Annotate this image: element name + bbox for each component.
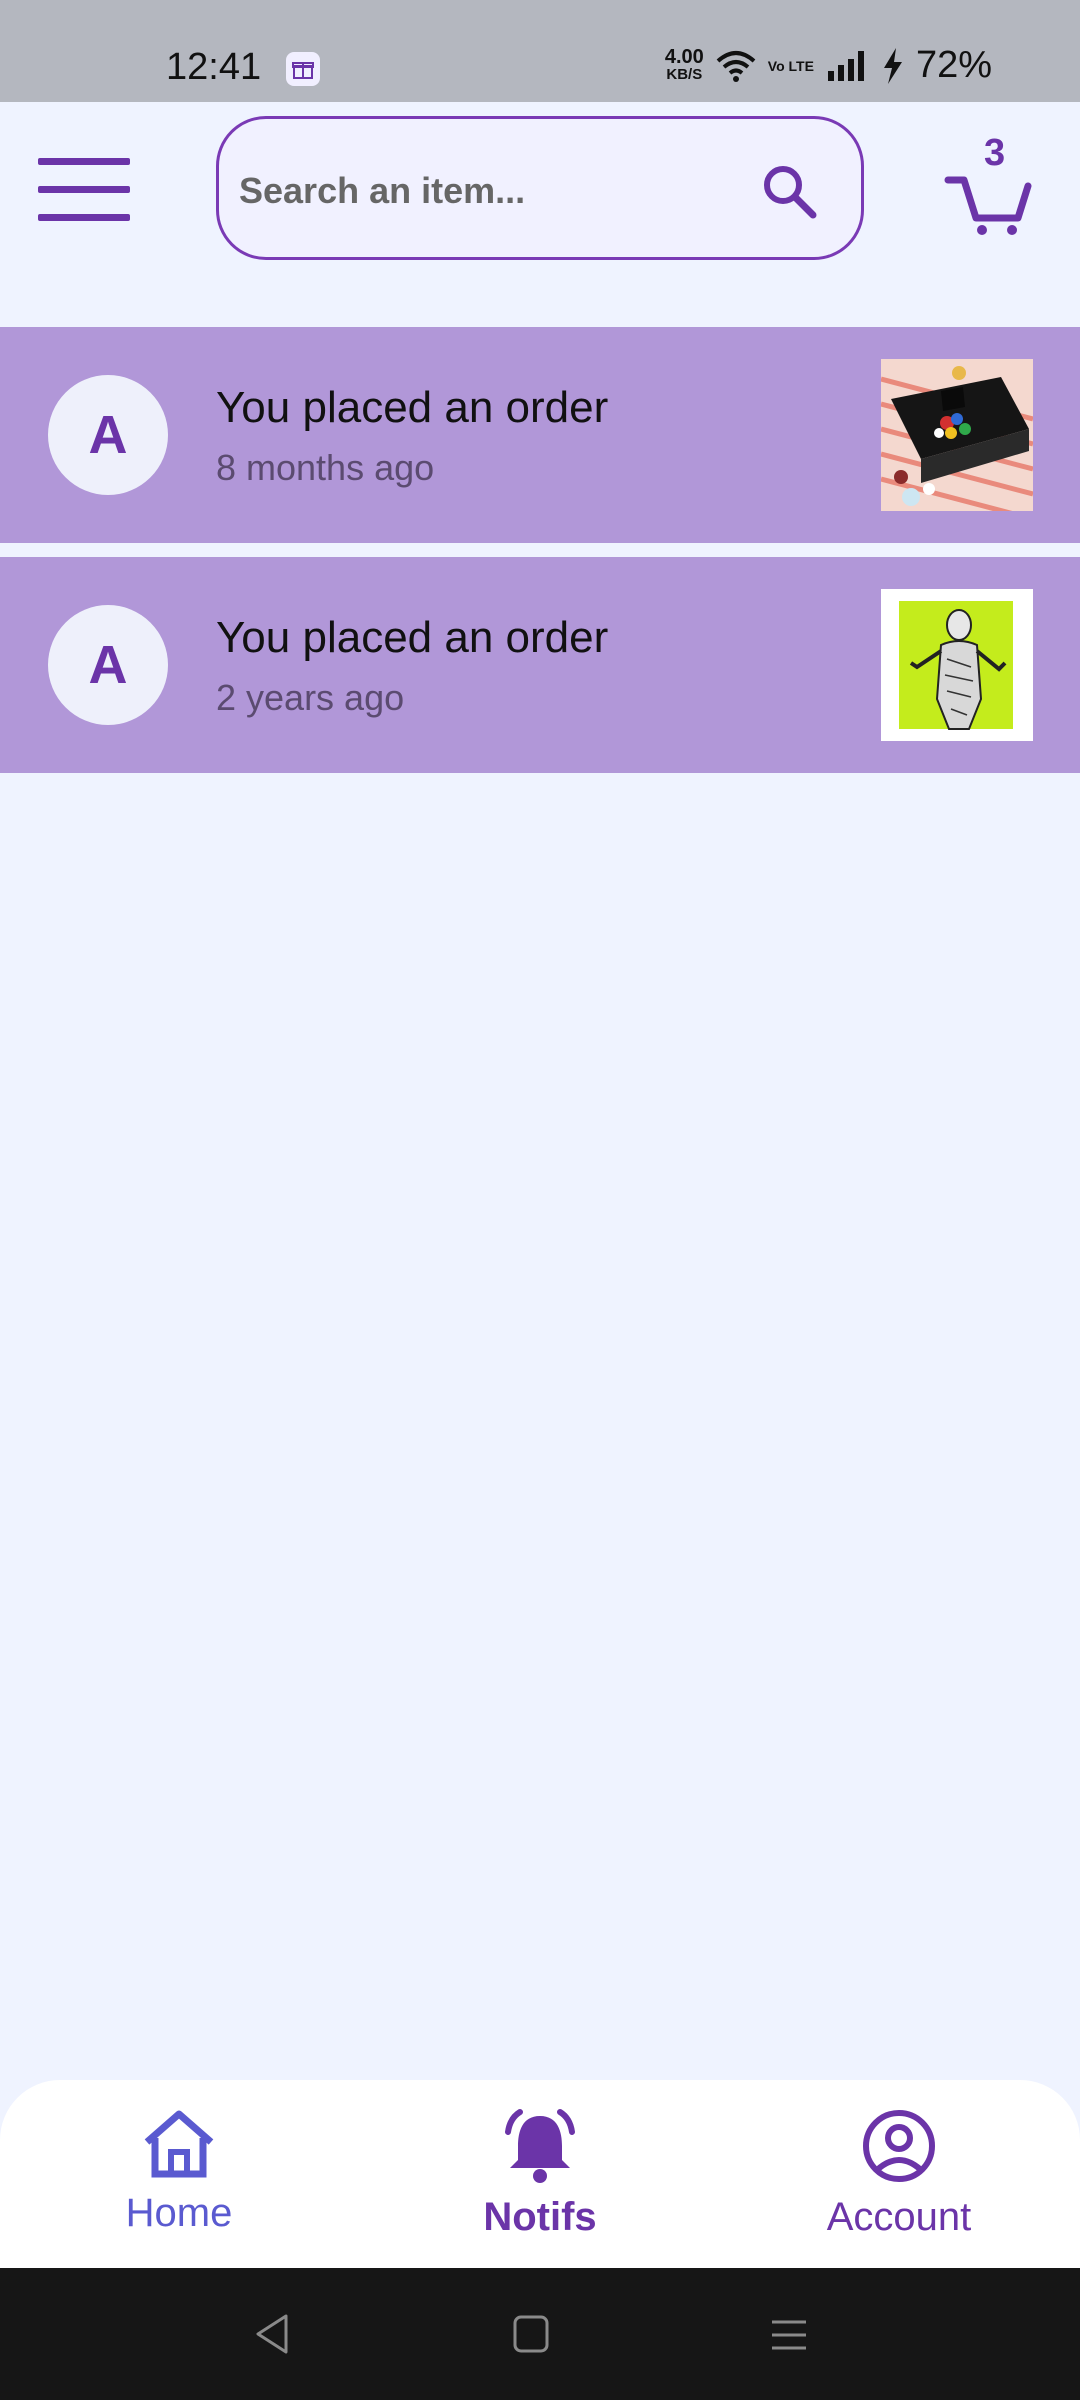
order-thumbnail [880,359,1034,522]
wifi-icon [716,50,756,82]
bell-icon [505,2109,575,2183]
nav-home-label: Home [125,2191,233,2235]
home-square-icon[interactable] [512,2314,550,2354]
signal-icon [827,50,864,81]
nav-notifs[interactable]: Notifs [390,2108,690,2240]
notification-title: You placed an order [216,383,609,432]
notification-time: 2 years ago [216,677,405,718]
system-navigation-bar [0,2268,1080,2400]
nav-account[interactable]: Account [749,2108,1049,2240]
menu-line [38,214,130,221]
search-input[interactable] [239,159,759,223]
nav-home[interactable]: Home [29,2108,329,2236]
cart-count-badge: 3 [984,132,1006,174]
search-icon[interactable] [759,161,819,221]
gift-icon [286,52,320,86]
status-time: 12:41 [166,46,262,88]
app-header: 3 [0,102,1080,327]
home-icon [144,2110,214,2178]
menu-line [38,186,130,193]
avatar: A [48,375,168,495]
search-bar[interactable] [216,116,864,260]
notification-item[interactable]: A You placed an order 8 months ago [0,327,1080,543]
nav-notifs-label: Notifs [483,2195,597,2239]
notification-time: 8 months ago [216,447,435,488]
status-icons: 4.00 KB/S Vo LTE 72% [665,44,992,87]
bottom-navigation: Home Notifs Account [0,2080,1080,2268]
battery-level: 72% [915,44,992,86]
avatar: A [48,605,168,725]
notification-item[interactable]: A You placed an order 2 years ago [0,557,1080,773]
hamburger-menu-button[interactable] [38,158,130,222]
charging-bolt-icon [883,47,902,84]
recents-menu-icon[interactable] [770,2316,808,2354]
status-bar: 12:41 4.00 KB/S Vo LTE 72% [0,0,1080,102]
notification-title: You placed an order [216,613,609,662]
back-icon[interactable] [252,2312,292,2356]
nav-account-label: Account [826,2195,972,2239]
order-thumbnail [881,589,1033,741]
volte-indicator: Vo LTE [767,57,814,74]
cart-button[interactable]: 3 [942,126,1032,236]
menu-line [38,158,130,165]
net-speed: 4.00 KB/S [664,45,704,83]
account-circle-icon [863,2110,935,2182]
notification-list: A You placed an order 8 months ago A You… [0,327,1080,787]
